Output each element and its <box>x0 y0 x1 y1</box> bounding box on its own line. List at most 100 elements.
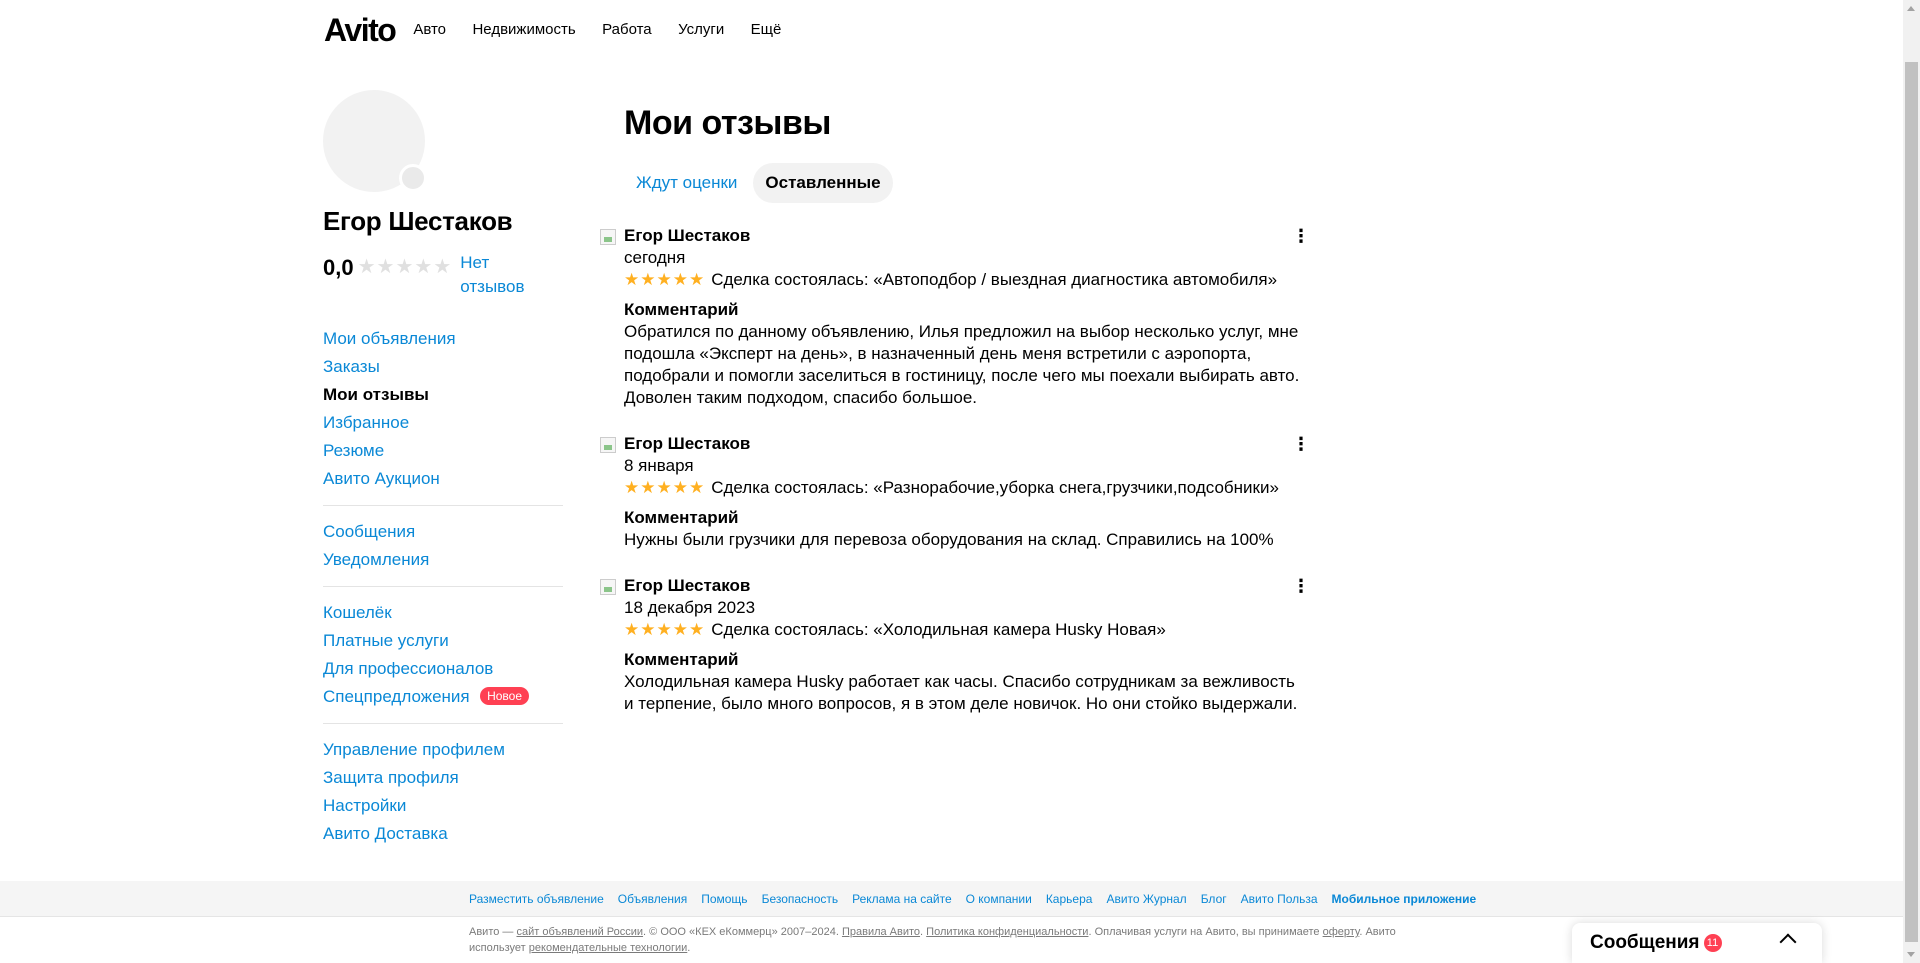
menu-special-offers[interactable]: Спецпредложения <box>323 687 470 706</box>
review-deal: Сделка состоялась: «Автоподбор / выездна… <box>711 270 1278 289</box>
legal-link[interactable]: Правила Авито <box>842 926 920 938</box>
menu-auction[interactable]: Авито Аукцион <box>323 465 563 493</box>
review-author: Егор Шестаков <box>624 434 751 453</box>
page-scrollbar[interactable] <box>1903 0 1920 963</box>
top-header: Avito Авто Недвижимость Работа Услуги Ещ… <box>324 6 803 54</box>
main-nav: Авто Недвижимость Работа Услуги Ещё <box>413 21 803 39</box>
menu-paid-services[interactable]: Платные услуги <box>323 627 563 655</box>
menu-for-pros[interactable]: Для профессионалов <box>323 655 563 683</box>
rating-row: 0,0 ★ ★ ★ ★ ★ Нет отзывов <box>323 251 563 299</box>
profile-sidebar: Егор Шестаков 0,0 ★ ★ ★ ★ ★ Нет отзывов Мои … <box>323 90 563 860</box>
menu-my-reviews[interactable]: Мои отзывы <box>323 381 563 409</box>
profile-name: Егор Шестаков <box>323 206 513 236</box>
footer-link[interactable]: Авито Журнал <box>1106 892 1186 906</box>
legal-link[interactable]: рекомендательные технологии <box>529 942 688 954</box>
review-comment-title: Комментарий <box>624 650 739 669</box>
more-options-icon[interactable]: ⋮ <box>1292 227 1310 245</box>
review-deal: Сделка состоялась: «Холодильная камера H… <box>711 620 1166 639</box>
review-comment-title: Комментарий <box>624 508 739 527</box>
broken-image-icon <box>600 229 616 245</box>
tab-awaiting[interactable]: Ждут оценки <box>624 163 749 203</box>
footer-link[interactable]: О компании <box>966 892 1032 906</box>
scroll-up-icon[interactable] <box>1903 0 1920 17</box>
menu-delivery[interactable]: Авито Доставка <box>323 820 563 848</box>
footer-link[interactable]: Блог <box>1201 892 1227 906</box>
review-deal: Сделка состоялась: «Разнорабочие,уборка … <box>711 478 1279 497</box>
rating-stars-icon: ★★★★★ <box>624 478 706 497</box>
review-date: 8 января <box>624 456 694 475</box>
more-options-icon[interactable]: ⋮ <box>1292 435 1310 453</box>
rating-stars-icon: ★★★★★ <box>624 620 706 639</box>
legal-link[interactable]: Политика конфиденциальности <box>926 926 1088 938</box>
review-author: Егор Шестаков <box>624 576 751 595</box>
footer-link[interactable]: Авито Польза <box>1241 892 1318 906</box>
messenger-widget[interactable]: Сообщения 11 <box>1572 923 1822 963</box>
legal-text: . <box>687 942 691 954</box>
footer-link[interactable]: Реклама на сайте <box>852 892 952 906</box>
legal-text: Авито — <box>469 926 517 938</box>
reviews-tabs: Ждут оценки Оставленные <box>624 163 1320 203</box>
menu-resume[interactable]: Резюме <box>323 437 563 465</box>
nav-auto[interactable]: Авто <box>413 21 446 38</box>
menu-group-settings: Управление профилем Защита профиля Настр… <box>323 724 563 860</box>
reviews-list: ⋮ Егор Шестаков сегодня ★★★★★ Сделка сос… <box>600 225 1320 715</box>
nav-services[interactable]: Услуги <box>678 21 724 38</box>
review-date: 18 декабря 2023 <box>624 598 756 617</box>
review-deal-row: ★★★★★ Сделка состоялась: «Разнорабочие,у… <box>624 477 1320 499</box>
menu-settings[interactable]: Настройки <box>323 792 563 820</box>
menu-favorites[interactable]: Избранное <box>323 409 563 437</box>
menu-orders[interactable]: Заказы <box>323 353 563 381</box>
no-reviews-link[interactable]: Нет отзывов <box>460 251 540 299</box>
footer-legal: Авито — сайт объявлений России. © ООО «К… <box>469 924 1419 956</box>
chevron-up-icon[interactable] <box>1779 933 1797 951</box>
footer-link[interactable]: Карьера <box>1046 892 1093 906</box>
legal-text: . © ООО «КЕХ еКоммерц» 2007–2024. <box>643 926 842 938</box>
footer-link[interactable]: Помощь <box>701 892 747 906</box>
footer-link-mobile-app[interactable]: Мобильное приложение <box>1332 892 1477 906</box>
legal-text: . Оплачивая услуги на Авито, вы принимае… <box>1088 926 1323 938</box>
review-item: ⋮ Егор Шестаков 8 января ★★★★★ Сделка со… <box>600 433 1320 551</box>
review-comment: Нужны были грузчики для перевоза оборудо… <box>624 530 1274 549</box>
legal-link[interactable]: сайт объявлений России <box>516 926 643 938</box>
nav-realty[interactable]: Недвижимость <box>472 21 575 38</box>
menu-group-wallet: Кошелёк Платные услуги Для профессионало… <box>323 587 563 724</box>
scroll-down-icon[interactable] <box>1903 946 1920 963</box>
legal-link[interactable]: оферту <box>1323 926 1360 938</box>
nav-jobs[interactable]: Работа <box>602 21 652 38</box>
more-options-icon[interactable]: ⋮ <box>1292 577 1310 595</box>
menu-notifications[interactable]: Уведомления <box>323 546 563 574</box>
review-deal-row: ★★★★★ Сделка состоялась: «Холодильная ка… <box>624 619 1320 641</box>
main-content: Мои отзывы Ждут оценки Оставленные ⋮ Его… <box>600 104 1320 739</box>
broken-image-icon <box>600 579 616 595</box>
review-author: Егор Шестаков <box>624 226 751 245</box>
menu-profile-management[interactable]: Управление профилем <box>323 736 563 764</box>
menu-profile-protection[interactable]: Защита профиля <box>323 764 563 792</box>
footer-links: Разместить объявление Объявления Помощь … <box>469 892 1490 906</box>
menu-wallet[interactable]: Кошелёк <box>323 599 563 627</box>
broken-image-icon <box>600 437 616 453</box>
nav-more[interactable]: Ещё <box>751 21 782 38</box>
rating-stars-icon: ★★★★★ <box>624 270 706 289</box>
footer-link[interactable]: Объявления <box>618 892 687 906</box>
avatar[interactable] <box>323 90 427 192</box>
review-item: ⋮ Егор Шестаков 18 декабря 2023 ★★★★★ Сд… <box>600 575 1320 715</box>
messenger-title: Сообщения <box>1590 932 1700 953</box>
review-deal-row: ★★★★★ Сделка состоялась: «Автоподбор / в… <box>624 269 1320 291</box>
scrollbar-thumb[interactable] <box>1905 62 1918 942</box>
review-item: ⋮ Егор Шестаков сегодня ★★★★★ Сделка сос… <box>600 225 1320 409</box>
page-title: Мои отзывы <box>624 104 831 142</box>
tab-left[interactable]: Оставленные <box>753 163 893 203</box>
menu-special-offers-row: Спецпредложения Новое <box>323 683 563 711</box>
footer-links-bar: Разместить объявление Объявления Помощь … <box>0 881 1903 917</box>
menu-my-ads[interactable]: Мои объявления <box>323 325 563 353</box>
new-badge: Новое <box>480 687 530 705</box>
footer-link[interactable]: Разместить объявление <box>469 892 604 906</box>
review-date: сегодня <box>624 248 686 267</box>
avito-logo[interactable]: Avito <box>324 12 397 49</box>
avatar-status-dot <box>399 164 427 192</box>
review-comment: Холодильная камера Husky работает как ча… <box>624 672 1298 713</box>
menu-messages[interactable]: Сообщения <box>323 518 563 546</box>
menu-group-messages: Сообщения Уведомления <box>323 506 563 587</box>
rating-stars-icon: ★★★★★ <box>357 256 452 278</box>
footer-link[interactable]: Безопасность <box>762 892 839 906</box>
